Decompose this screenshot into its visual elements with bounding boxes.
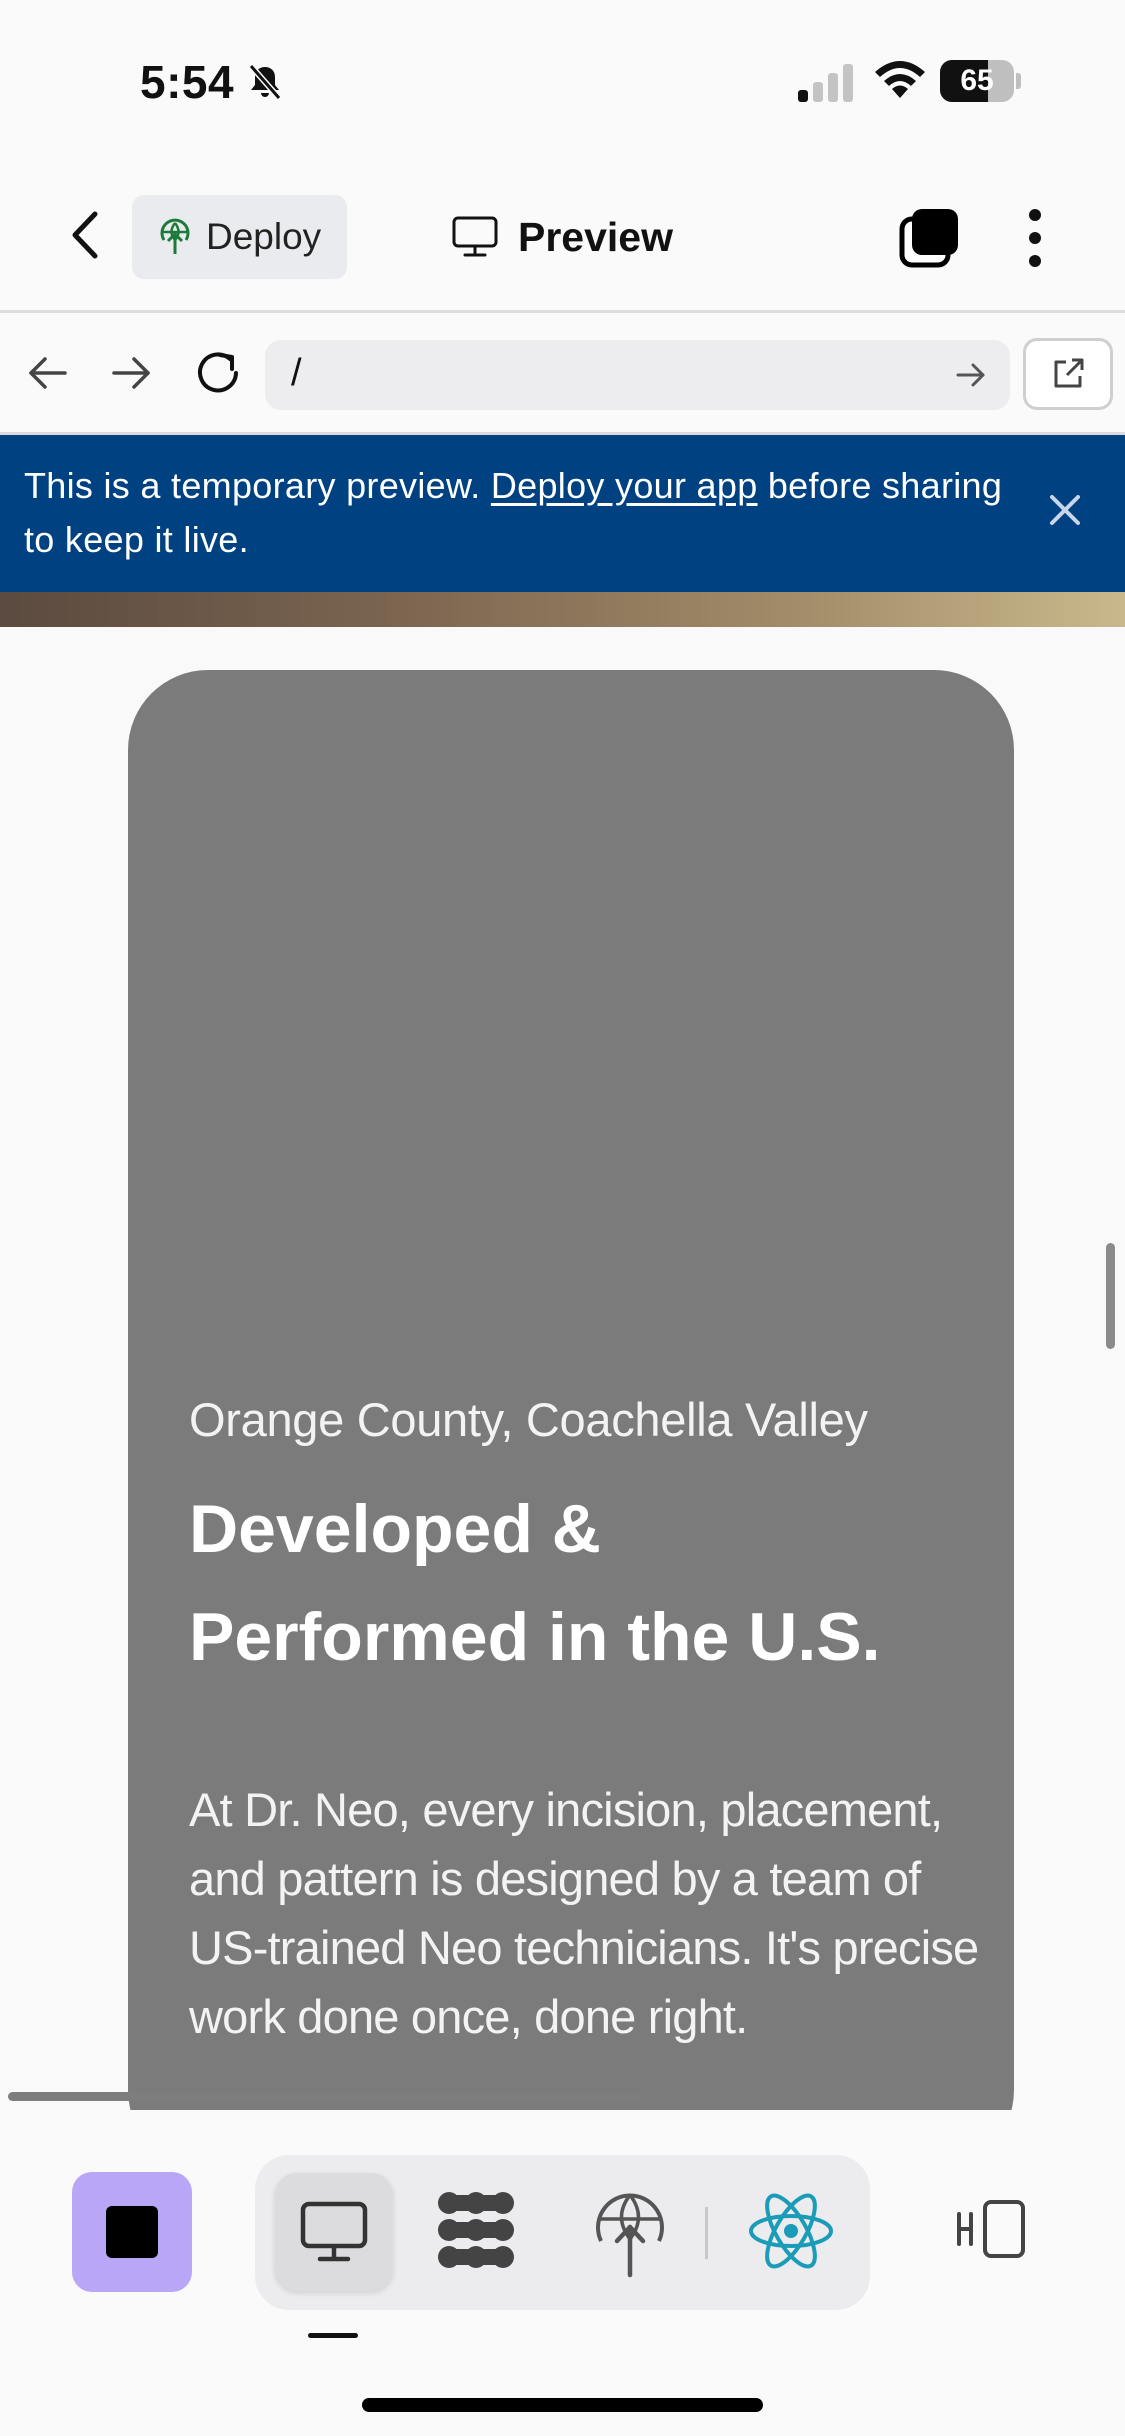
arrow-right-icon[interactable] [108, 350, 154, 396]
hero-location: Orange County, Coachella Valley [189, 1393, 868, 1446]
deploy-label: Deploy [206, 216, 322, 257]
sidebar-toggle-icon[interactable] [955, 2198, 1027, 2260]
battery-icon: 65 [940, 60, 1021, 102]
stop-button[interactable] [72, 2172, 192, 2292]
url-bar: / [0, 313, 1125, 435]
battery-level: 65 [960, 64, 994, 97]
deploy-icon [160, 218, 190, 254]
banner-text-before: This is a temporary preview. [24, 465, 491, 506]
close-icon[interactable] [1042, 487, 1088, 533]
more-vertical-icon[interactable] [1010, 207, 1060, 269]
open-external-button[interactable] [1023, 338, 1113, 410]
status-time: 5:54 [140, 56, 235, 108]
monitor-icon [452, 216, 498, 257]
banner-text: This is a temporary preview. Deploy your… [24, 459, 1004, 567]
tabs-icon[interactable] [898, 207, 960, 269]
app-header: Deploy Preview [0, 165, 1125, 313]
back-button[interactable] [55, 205, 115, 265]
url-input[interactable]: / [265, 340, 1010, 410]
deploy-icon[interactable] [585, 2183, 675, 2279]
hero-heading: Developed & Performed in the U.S. [189, 1491, 881, 1675]
horizontal-scrollbar[interactable] [8, 2092, 641, 2101]
hero-body: At Dr. Neo, every incision, placement, a… [189, 1783, 979, 2043]
vertical-scrollbar[interactable] [1106, 1243, 1115, 1349]
react-icon[interactable] [745, 2185, 837, 2277]
bottom-toolbar [0, 2110, 1125, 2436]
monitor-icon [300, 2201, 368, 2262]
chevron-left-icon [72, 211, 98, 259]
open-external-icon [1054, 358, 1084, 388]
reload-icon[interactable] [192, 347, 244, 399]
dots-grid-icon[interactable] [431, 2185, 521, 2275]
preview-tool-button[interactable] [275, 2173, 393, 2291]
stop-icon [106, 2206, 158, 2258]
hero-image-strip [0, 592, 1125, 627]
preview-label: Preview [518, 213, 673, 260]
wifi-icon [875, 61, 925, 98]
preview-title: Preview [452, 209, 673, 265]
arrow-left-icon[interactable] [25, 350, 71, 396]
url-text: / [291, 352, 302, 394]
temporary-preview-banner: This is a temporary preview. Deploy your… [0, 435, 1125, 592]
preview-content: Orange County, Coachella Valley Develope… [0, 627, 1125, 2110]
hero-card: Orange County, Coachella Valley Develope… [128, 670, 1014, 2110]
status-bar: 5:54 65 [0, 0, 1125, 165]
bell-slash-icon [248, 64, 282, 100]
active-tab-indicator [308, 2333, 358, 2338]
cellular-signal-icon [798, 64, 853, 102]
tool-group [255, 2155, 870, 2310]
home-indicator[interactable] [362, 2398, 763, 2412]
deploy-button[interactable]: Deploy [132, 195, 347, 279]
toolbar-separator [705, 2207, 708, 2259]
deploy-app-link[interactable]: Deploy your app [491, 465, 758, 506]
go-arrow-icon[interactable] [954, 358, 988, 392]
